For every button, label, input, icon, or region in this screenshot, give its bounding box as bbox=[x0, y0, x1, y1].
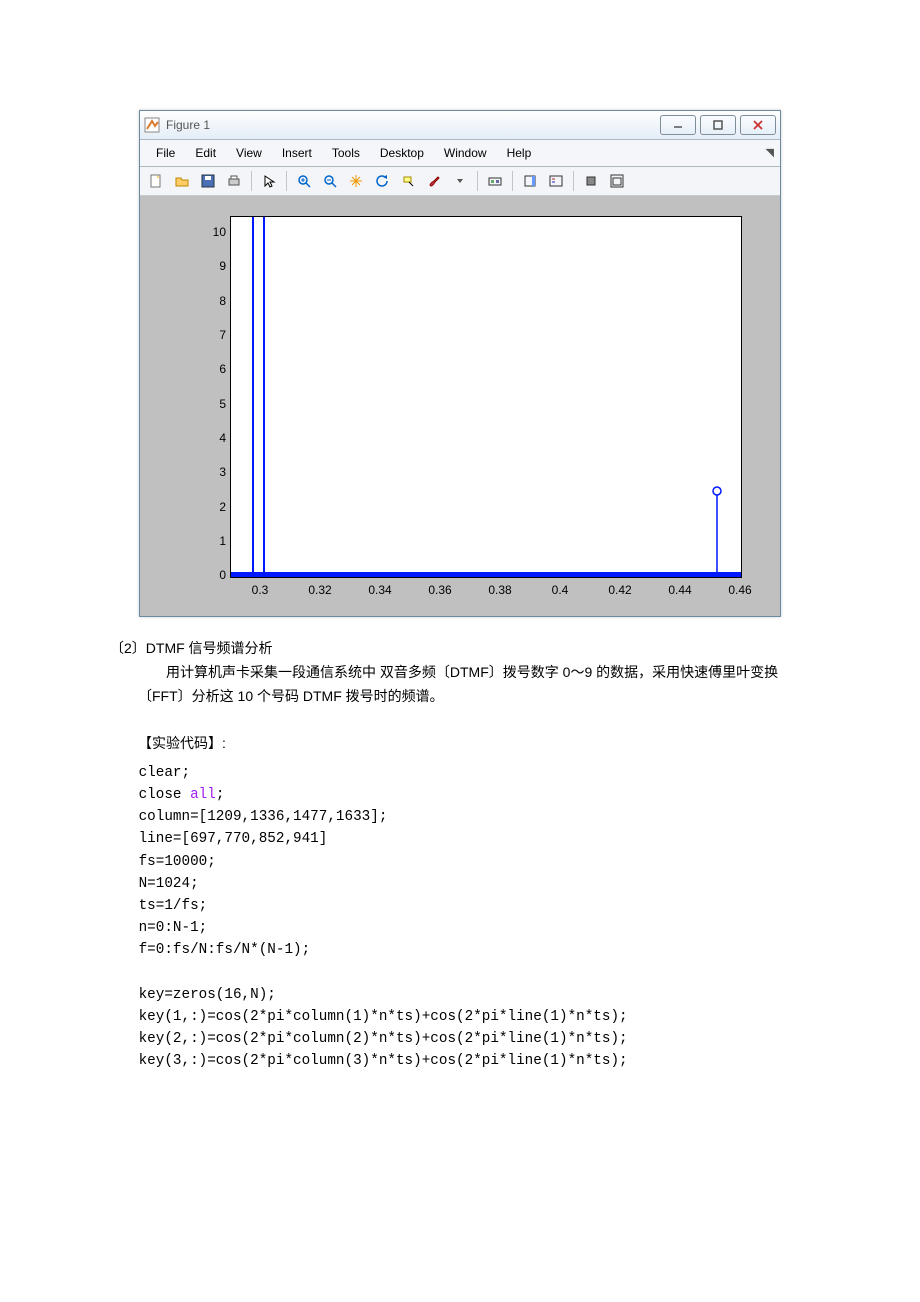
plot-svg bbox=[231, 217, 741, 577]
section-paragraph: 用计算机声卡采集一段通信系统中 双音多频〔DTMF〕拨号数字 0～9 的数据，采… bbox=[110, 661, 810, 709]
menu-insert[interactable]: Insert bbox=[272, 143, 322, 163]
marker-circle-icon bbox=[713, 487, 721, 495]
toolbar-separator bbox=[286, 171, 287, 191]
menu-view[interactable]: View bbox=[226, 143, 272, 163]
menu-file[interactable]: File bbox=[146, 143, 185, 163]
ytick-9: 9 bbox=[196, 260, 226, 272]
xtick-3: 0.36 bbox=[420, 584, 460, 596]
dock-chevron-icon[interactable]: ◥ bbox=[766, 146, 774, 159]
ytick-4: 4 bbox=[196, 432, 226, 444]
print-icon[interactable] bbox=[222, 169, 246, 193]
menu-tools[interactable]: Tools bbox=[322, 143, 370, 163]
data-cursor-icon[interactable] bbox=[396, 169, 420, 193]
menu-window[interactable]: Window bbox=[434, 143, 497, 163]
ytick-5: 5 bbox=[196, 398, 226, 410]
toolbar-separator bbox=[512, 171, 513, 191]
toolbar-separator bbox=[573, 171, 574, 191]
maximize-button[interactable] bbox=[700, 115, 736, 135]
brush-dropdown-icon[interactable] bbox=[448, 169, 472, 193]
document-body: 〔2〕DTMF 信号频谱分析 用计算机声卡采集一段通信系统中 双音多频〔DTMF… bbox=[110, 637, 810, 1072]
titlebar-spacer bbox=[218, 116, 648, 134]
minimize-button[interactable] bbox=[660, 115, 696, 135]
ytick-0: 0 bbox=[196, 569, 226, 581]
window-title: Figure 1 bbox=[166, 119, 210, 131]
xtick-0: 0.3 bbox=[240, 584, 280, 596]
ytick-10: 10 bbox=[196, 226, 226, 238]
zoom-in-icon[interactable] bbox=[292, 169, 316, 193]
zoom-out-icon[interactable] bbox=[318, 169, 342, 193]
close-button[interactable] bbox=[740, 115, 776, 135]
matlab-icon bbox=[144, 117, 160, 133]
ytick-2: 2 bbox=[196, 501, 226, 513]
code-label: 【实验代码】: bbox=[110, 732, 810, 756]
open-file-icon[interactable] bbox=[170, 169, 194, 193]
xtick-7: 0.44 bbox=[660, 584, 700, 596]
menu-edit[interactable]: Edit bbox=[185, 143, 226, 163]
colorbar-icon[interactable] bbox=[518, 169, 542, 193]
xtick-5: 0.4 bbox=[540, 584, 580, 596]
code-block: clear; close all; column=[1209,1336,1477… bbox=[110, 762, 810, 1072]
rotate-icon[interactable] bbox=[370, 169, 394, 193]
plot-canvas[interactable]: 0 1 2 3 4 5 6 7 8 9 10 0.3 0.32 0.34 0.3… bbox=[140, 196, 780, 616]
xtick-1: 0.32 bbox=[300, 584, 340, 596]
xtick-4: 0.38 bbox=[480, 584, 520, 596]
ytick-7: 7 bbox=[196, 329, 226, 341]
xtick-6: 0.42 bbox=[600, 584, 640, 596]
toolbar-separator bbox=[477, 171, 478, 191]
axes bbox=[230, 216, 742, 578]
ytick-8: 8 bbox=[196, 295, 226, 307]
xtick-8: 0.46 bbox=[720, 584, 760, 596]
menu-desktop[interactable]: Desktop bbox=[370, 143, 434, 163]
brush-icon[interactable] bbox=[422, 169, 446, 193]
ytick-6: 6 bbox=[196, 363, 226, 375]
figure-window: Figure 1 File Edit View Insert Tools Des… bbox=[139, 110, 781, 617]
dock-icon[interactable] bbox=[605, 169, 629, 193]
menubar: File Edit View Insert Tools Desktop Wind… bbox=[140, 140, 780, 167]
ytick-3: 3 bbox=[196, 466, 226, 478]
titlebar[interactable]: Figure 1 bbox=[140, 111, 780, 140]
section-heading: 〔2〕DTMF 信号频谱分析 bbox=[110, 637, 810, 661]
hide-tools-icon[interactable] bbox=[579, 169, 603, 193]
new-file-icon[interactable] bbox=[144, 169, 168, 193]
menu-help[interactable]: Help bbox=[497, 143, 542, 163]
toolbar bbox=[140, 167, 780, 196]
ytick-1: 1 bbox=[196, 535, 226, 547]
legend-icon[interactable] bbox=[544, 169, 568, 193]
save-icon[interactable] bbox=[196, 169, 220, 193]
link-icon[interactable] bbox=[483, 169, 507, 193]
toolbar-separator bbox=[251, 171, 252, 191]
xtick-2: 0.34 bbox=[360, 584, 400, 596]
pan-icon[interactable] bbox=[344, 169, 368, 193]
pointer-icon[interactable] bbox=[257, 169, 281, 193]
